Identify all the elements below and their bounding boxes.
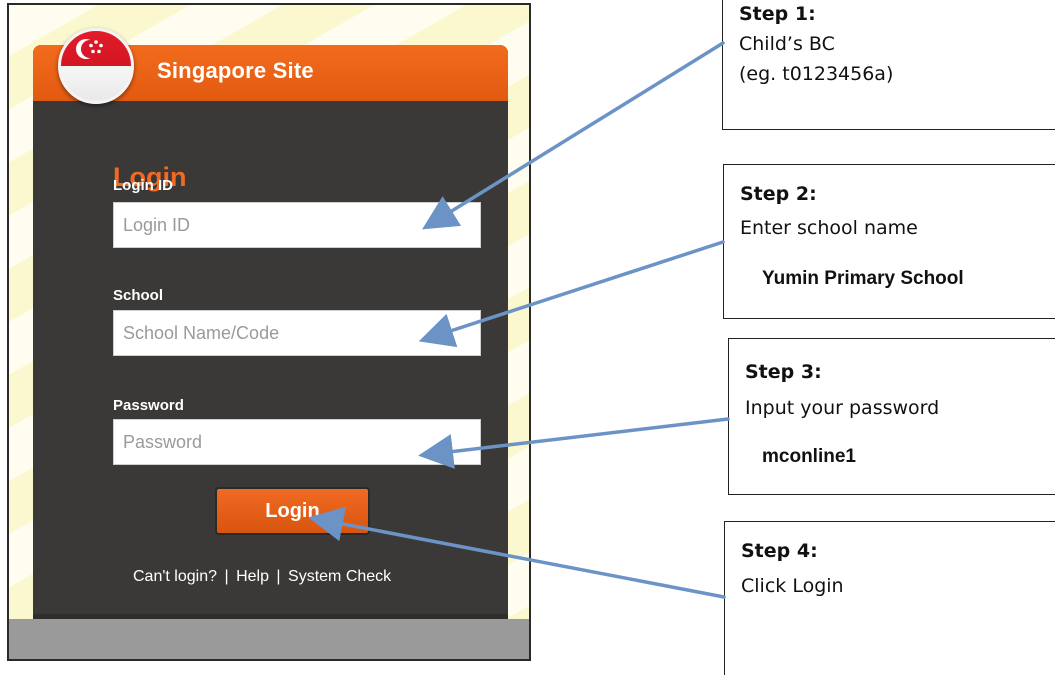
password-input[interactable] (113, 419, 481, 465)
step-value: mconline1 (762, 446, 856, 467)
school-label: School (113, 287, 164, 304)
password-label: Password (113, 397, 184, 414)
step-instruction: Input your password (745, 397, 940, 419)
page-footer-strip (9, 619, 529, 659)
step-title: Step 3: (745, 361, 822, 383)
login-id-label: Login ID (113, 177, 173, 194)
step-instruction: Enter school name (740, 217, 918, 239)
site-title: Singapore Site (157, 58, 314, 83)
step-2-box: Step 2: Enter school name Yumin Primary … (723, 164, 1055, 319)
step-1-box: Step 1: Child’s BC (eg. t0123456a) (722, 0, 1055, 130)
step-value: Yumin Primary School (762, 268, 964, 289)
help-link[interactable]: Help (236, 568, 269, 585)
login-card: Singapore Site Login Login ID School Pas… (33, 45, 508, 642)
login-id-input[interactable] (113, 202, 481, 248)
step-instruction: Child’s BC (739, 33, 835, 55)
singapore-flag-icon (58, 28, 134, 104)
link-separator: | (224, 568, 229, 585)
step-instruction: Click Login (741, 575, 844, 597)
cant-login-link[interactable]: Can't login? (133, 568, 217, 585)
help-links: Can't login? | Help | System Check (133, 568, 453, 586)
step-title: Step 1: (739, 3, 816, 25)
step-3-box: Step 3: Input your password mconline1 (728, 338, 1055, 495)
school-input[interactable] (113, 310, 481, 356)
system-check-link[interactable]: System Check (288, 568, 391, 585)
step-title: Step 4: (741, 540, 818, 562)
step-4-box: Step 4: Click Login (724, 521, 1055, 675)
login-screenshot: Singapore Site Login Login ID School Pas… (7, 3, 531, 661)
link-separator: | (276, 568, 281, 585)
step-title: Step 2: (740, 183, 817, 205)
tutorial-figure: Singapore Site Login Login ID School Pas… (0, 0, 1055, 675)
login-button[interactable]: Login (215, 487, 370, 535)
step-example: (eg. t0123456a) (739, 63, 894, 85)
